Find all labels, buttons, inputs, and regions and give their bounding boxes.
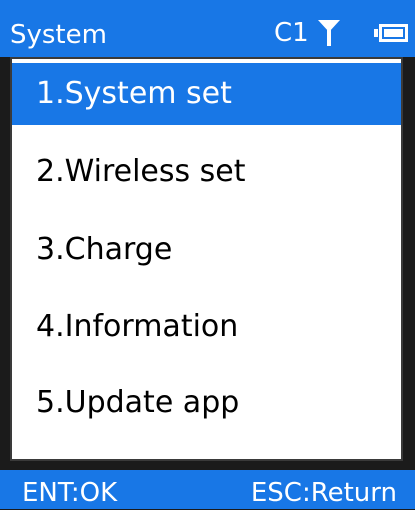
footer-bar: ENT:OK ESC:Return [0,470,415,509]
header-bar: System C1 [0,0,415,57]
system-menu: 1.System set 2.Wireless set 3.Charge 4.I… [10,57,403,461]
page-title: System [10,20,107,50]
battery-icon [374,24,408,42]
menu-item-information[interactable]: 4.Information [12,296,401,358]
antenna-signal-icon [318,20,340,46]
ok-key-hint: ENT:OK [22,478,118,508]
menu-item-system-set[interactable]: 1.System set [12,63,401,125]
device-screen: System C1 1.System set 2.Wireless set 3.… [0,0,415,509]
menu-item-charge[interactable]: 3.Charge [12,219,401,281]
menu-item-wireless-set[interactable]: 2.Wireless set [12,141,401,203]
channel-indicator: C1 [274,18,309,48]
menu-item-update-app[interactable]: 5.Update app [12,372,401,434]
return-key-hint: ESC:Return [250,478,397,508]
